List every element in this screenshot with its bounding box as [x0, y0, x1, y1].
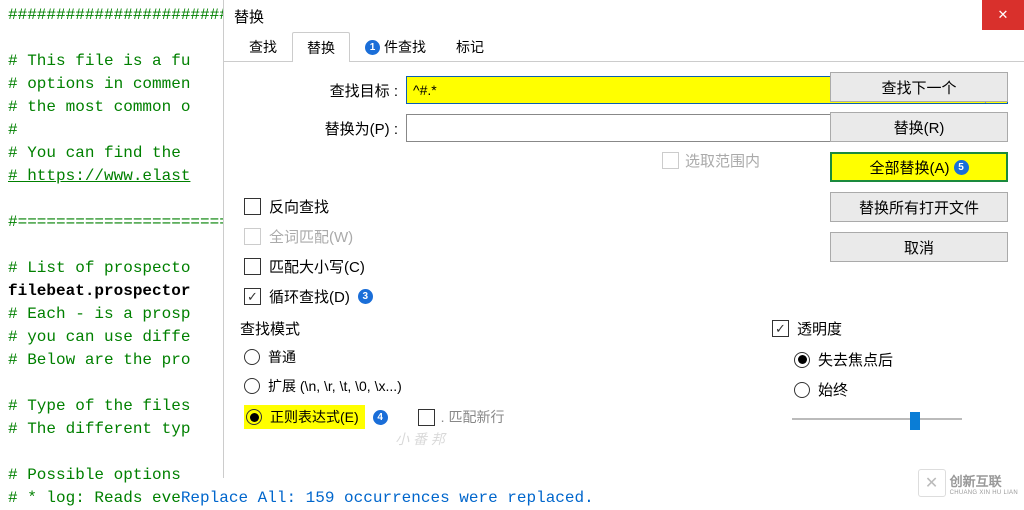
editor-line: # Type of the files — [8, 397, 190, 415]
editor-line: # — [8, 121, 18, 139]
reverse-label: 反向查找 — [269, 196, 329, 217]
editor-line: #======================= — [8, 213, 238, 231]
tab-replace[interactable]: 替换 — [292, 32, 350, 62]
logo-text: 创新互联 — [950, 471, 1018, 490]
transparency-title: 透明度 — [797, 318, 842, 339]
reverse-search-option[interactable]: 反向查找 — [244, 196, 373, 217]
whole-word-checkbox — [244, 228, 261, 245]
logo-icon: ✕ — [918, 469, 946, 497]
whole-word-label: 全词匹配(W) — [269, 226, 353, 247]
transp-always-label: 始终 — [818, 379, 848, 400]
status-message: Replace All: 159 occurrences were replac… — [181, 489, 594, 507]
transparency-group: ✓ 透明度 失去焦点后 始终 — [772, 318, 962, 426]
in-selection-option: 选取范围内 — [662, 150, 760, 171]
slider-track — [792, 418, 962, 420]
dot-newline-option[interactable]: . 匹配新行 — [418, 407, 505, 427]
transparency-checkbox[interactable]: ✓ — [772, 320, 789, 337]
radio-regex[interactable] — [246, 409, 262, 425]
label-replace-with: 替换为(P) : — [240, 118, 398, 139]
editor-line: # Possible options — [8, 466, 190, 484]
annotation-5: 5 — [954, 160, 969, 175]
find-next-button[interactable]: 查找下一个 — [830, 72, 1008, 102]
editor-line: # You can find the — [8, 144, 190, 162]
cancel-button[interactable]: 取消 — [830, 232, 1008, 262]
editor-line: # https://www.elast — [8, 167, 190, 185]
label-find-target: 查找目标 : — [240, 80, 398, 101]
slider-thumb[interactable] — [910, 412, 920, 430]
transp-on-lose-focus[interactable]: 失去焦点后 — [794, 349, 962, 370]
editor-line: ######################## — [8, 6, 238, 24]
mode-regex-label: 正则表达式(E) — [270, 407, 359, 427]
tab-infiles-label: 件查找 — [384, 37, 426, 57]
mode-extended-label: 扩展 (\n, \r, \t, \0, \x...) — [268, 376, 402, 396]
radio-normal[interactable] — [244, 349, 260, 365]
watermark: 小 番 邦 — [380, 429, 460, 459]
mode-regex-row[interactable]: 正则表达式(E) 4 . 匹配新行 — [244, 405, 504, 429]
transparency-slider[interactable] — [792, 412, 962, 426]
mode-extended[interactable]: 扩展 (\n, \r, \t, \0, \x...) — [244, 376, 504, 396]
radio-always[interactable] — [794, 382, 810, 398]
watermark-logo: ✕ 创新互联 CHUANG XIN HU LIAN — [918, 469, 1018, 497]
editor-line-plain: filebeat.prospector — [8, 282, 190, 300]
editor-line: # This file is a fu — [8, 52, 190, 70]
editor-line: # Below are the pro — [8, 351, 190, 369]
whole-word-option: 全词匹配(W) — [244, 226, 373, 247]
in-selection-label: 选取范围内 — [685, 150, 760, 171]
close-icon: ✕ — [998, 7, 1009, 23]
replace-dialog: 替换 ✕ 查找 替换 1 件查找 标记 查找目标 : ^#.* 2 ▾ 替换为(… — [223, 0, 1024, 478]
tab-find[interactable]: 查找 — [234, 31, 292, 61]
radio-on-lose[interactable] — [794, 352, 810, 368]
radio-extended[interactable] — [244, 378, 260, 394]
editor-line: # the most common o — [8, 98, 190, 116]
wrap-label: 循环查找(D) — [269, 286, 350, 307]
dialog-titlebar[interactable]: 替换 — [224, 0, 1024, 32]
match-case-option[interactable]: 匹配大小写(C) — [244, 256, 373, 277]
in-selection-checkbox — [662, 152, 679, 169]
annotation-4: 4 — [373, 410, 388, 425]
match-case-checkbox[interactable] — [244, 258, 261, 275]
wrap-checkbox[interactable]: ✓ — [244, 288, 261, 305]
logo-subtext: CHUANG XIN HU LIAN — [950, 490, 1018, 496]
close-button[interactable]: ✕ — [982, 0, 1024, 30]
reverse-checkbox[interactable] — [244, 198, 261, 215]
editor-line: # List of prospecto — [8, 259, 190, 277]
annotation-1: 1 — [365, 40, 380, 55]
button-column: 查找下一个 替换(R) 全部替换(A) 5 替换所有打开文件 取消 — [830, 72, 1008, 262]
search-mode-title: 查找模式 — [240, 318, 504, 339]
wrap-around-option[interactable]: ✓ 循环查找(D) 3 — [244, 286, 373, 307]
replace-all-label: 全部替换(A) — [870, 157, 950, 178]
editor-line: # Each - is a prosp — [8, 305, 190, 323]
mode-normal-label: 普通 — [268, 347, 296, 367]
dialog-title: 替换 — [234, 6, 264, 27]
dot-newline-label: . 匹配新行 — [441, 407, 505, 427]
replace-all-button[interactable]: 全部替换(A) 5 — [830, 152, 1008, 182]
tab-mark[interactable]: 标记 — [441, 31, 499, 61]
search-mode-group: 查找模式 普通 扩展 (\n, \r, \t, \0, \x...) 正则表达式… — [240, 318, 504, 459]
dot-newline-checkbox[interactable] — [418, 409, 435, 426]
options-group: 反向查找 全词匹配(W) 匹配大小写(C) ✓ 循环查找(D) 3 — [244, 196, 373, 307]
transp-always[interactable]: 始终 — [794, 379, 962, 400]
mode-normal[interactable]: 普通 — [244, 347, 504, 367]
tab-find-in-files[interactable]: 1 件查找 — [350, 31, 441, 61]
match-case-label: 匹配大小写(C) — [269, 256, 365, 277]
editor-line: # options in commen — [8, 75, 190, 93]
find-target-value: ^#.* — [413, 82, 437, 98]
editor-line: # The different typ — [8, 420, 190, 438]
tabstrip: 查找 替换 1 件查找 标记 — [224, 32, 1024, 62]
transp-on-lose-label: 失去焦点后 — [818, 349, 893, 370]
replace-button[interactable]: 替换(R) — [830, 112, 1008, 142]
editor-last-line: # * log: Reads eveReplace All: 159 occur… — [8, 489, 594, 507]
editor-line: # you can use diffe — [8, 328, 190, 346]
annotation-3: 3 — [358, 289, 373, 304]
replace-all-open-button[interactable]: 替换所有打开文件 — [830, 192, 1008, 222]
